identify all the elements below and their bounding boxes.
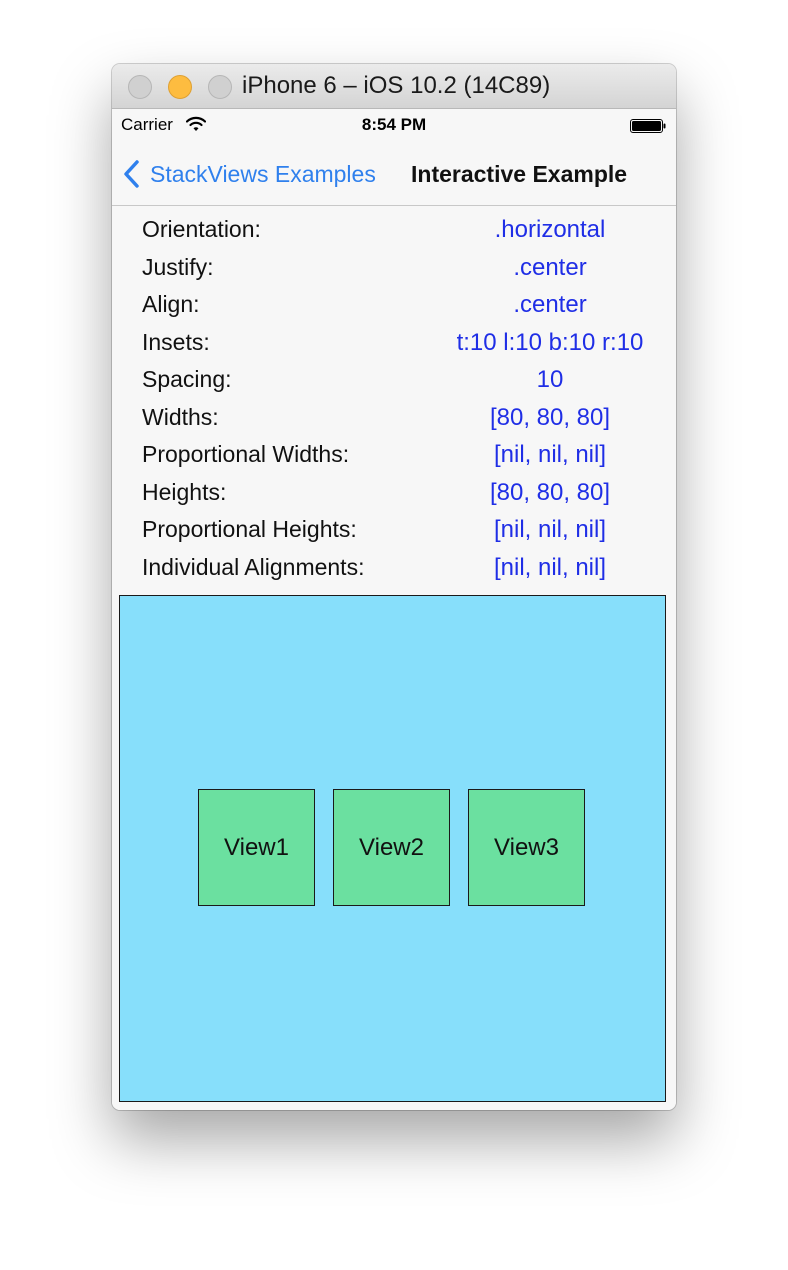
config-row-orientation[interactable]: Orientation: .horizontal (112, 212, 676, 250)
config-value[interactable]: [nil, nil, nil] (420, 441, 676, 469)
config-value[interactable]: [nil, nil, nil] (420, 554, 676, 582)
config-label: Proportional Widths: (142, 441, 350, 467)
config-row-spacing[interactable]: Spacing: 10 (112, 362, 676, 400)
stack-view-container: View1 View2 View3 (119, 595, 666, 1102)
stack-item-view2: View2 (333, 789, 450, 906)
config-row-justify[interactable]: Justify: .center (112, 250, 676, 288)
zoom-window-button[interactable] (208, 75, 232, 99)
config-value[interactable]: [80, 80, 80] (420, 404, 676, 432)
stack-item-view1: View1 (198, 789, 315, 906)
simulator-window: iPhone 6 – iOS 10.2 (14C89) Carrier 8:54… (112, 64, 676, 1110)
battery-icon (630, 119, 666, 133)
config-row-proportional-heights[interactable]: Proportional Heights: [nil, nil, nil] (112, 512, 676, 550)
navigation-bar: StackViews Examples Interactive Example (112, 145, 676, 206)
config-row-individual-alignments[interactable]: Individual Alignments: [nil, nil, nil] (112, 550, 676, 588)
config-value[interactable]: t:10 l:10 b:10 r:10 (420, 329, 676, 357)
stack-item-view3: View3 (468, 789, 585, 906)
back-button-label: StackViews Examples (150, 160, 376, 187)
config-label: Orientation: (142, 216, 261, 242)
minimize-window-button[interactable] (168, 75, 192, 99)
config-value[interactable]: .center (420, 254, 676, 282)
config-label: Heights: (142, 478, 227, 505)
config-value[interactable]: .horizontal (420, 216, 676, 244)
back-button[interactable]: StackViews Examples (122, 159, 376, 189)
config-row-insets[interactable]: Insets: t:10 l:10 b:10 r:10 (112, 325, 676, 363)
config-label: Spacing: (142, 366, 232, 392)
config-value[interactable]: .center (420, 291, 676, 319)
close-window-button[interactable] (128, 75, 152, 99)
config-label: Justify: (142, 253, 214, 280)
config-label: Widths: (142, 403, 219, 430)
status-bar: Carrier 8:54 PM (112, 109, 676, 145)
config-row-heights[interactable]: Heights: [80, 80, 80] (112, 475, 676, 513)
device-screen: Carrier 8:54 PM StackViews Examples Inte… (112, 109, 676, 1110)
status-time: 8:54 PM (361, 115, 427, 134)
config-row-widths[interactable]: Widths: [80, 80, 80] (112, 400, 676, 438)
config-value[interactable]: [80, 80, 80] (420, 479, 676, 507)
config-label: Individual Alignments: (142, 553, 365, 580)
config-value[interactable]: [nil, nil, nil] (420, 516, 676, 544)
config-row-proportional-widths[interactable]: Proportional Widths: [nil, nil, nil] (112, 437, 676, 475)
config-list: Orientation: .horizontal Justify: .cente… (112, 212, 676, 587)
window-title: iPhone 6 – iOS 10.2 (14C89) (242, 72, 551, 99)
config-row-align[interactable]: Align: .center (112, 287, 676, 325)
window-titlebar[interactable]: iPhone 6 – iOS 10.2 (14C89) (112, 64, 676, 109)
config-label: Insets: (142, 328, 210, 355)
nav-title: Interactive Example (411, 161, 628, 187)
config-label: Proportional Heights: (142, 516, 357, 542)
chevron-left-icon (124, 160, 139, 188)
config-label: Align: (142, 291, 200, 317)
config-value[interactable]: 10 (420, 366, 676, 394)
